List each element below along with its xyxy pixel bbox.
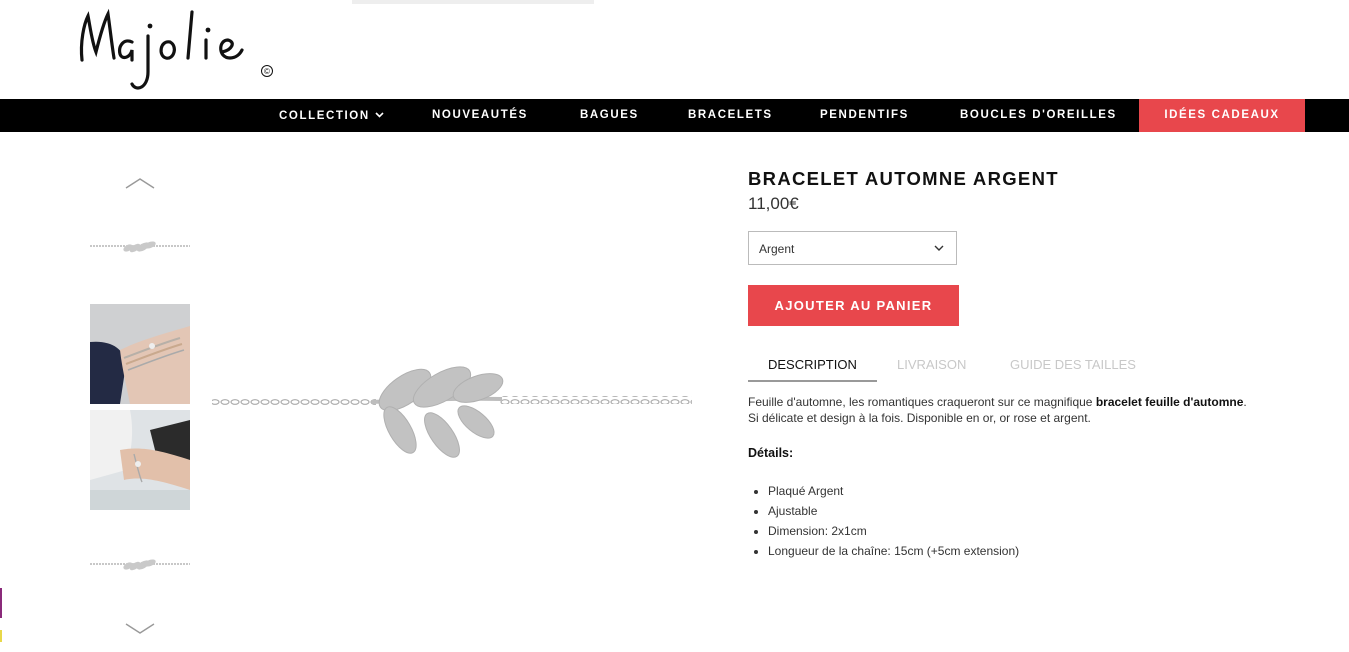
- main-nav: COLLECTION NOUVEAUTÉS BAGUES BRACELETS P…: [0, 99, 1349, 132]
- tab-guide-des-tailles[interactable]: GUIDE DES TAILLES: [1010, 356, 1136, 380]
- chevron-down-icon: [125, 623, 155, 634]
- details-heading: Détails:: [748, 446, 794, 460]
- nav-item-boucles[interactable]: BOUCLES D'OREILLES: [960, 99, 1117, 132]
- nav-item-nouveautes[interactable]: NOUVEAUTÉS: [432, 99, 528, 132]
- add-to-cart-button[interactable]: AJOUTER AU PANIER: [748, 285, 959, 326]
- thumb-up-arrow[interactable]: [124, 176, 156, 190]
- nav-item-bagues[interactable]: BAGUES: [580, 99, 639, 132]
- nav-item-idees-cadeaux[interactable]: IDÉES CADEAUX: [1139, 99, 1305, 132]
- main-product-image[interactable]: [210, 350, 694, 470]
- description-bold: bracelet feuille d'automne: [1095, 395, 1244, 409]
- header-search-strip[interactable]: [352, 0, 594, 4]
- thumbnail-4[interactable]: [90, 516, 190, 616]
- leaf-bracelet-image: [212, 366, 692, 458]
- product-price: 11,00€: [748, 194, 799, 213]
- product-description: Feuille d'automne, les romantiques craqu…: [748, 395, 1248, 426]
- chevron-down-icon: [375, 99, 384, 132]
- thumbnail-3[interactable]: [90, 410, 190, 510]
- details-list: Plaqué Argent Ajustable Dimension: 2x1cm…: [748, 481, 1019, 561]
- details-list-item: Plaqué Argent: [768, 481, 1019, 501]
- wrist-photo-image: [90, 304, 190, 404]
- details-list-item: Dimension: 2x1cm: [768, 521, 1019, 541]
- chevron-down-icon: [934, 245, 944, 251]
- nav-item-bracelets[interactable]: BRACELETS: [688, 99, 773, 132]
- brand-logo[interactable]: ©: [74, 2, 279, 94]
- chevron-up-icon: [125, 178, 155, 189]
- product-title: BRACELET AUTOMNE ARGENT: [748, 168, 1059, 189]
- thumb-down-arrow[interactable]: [124, 622, 156, 636]
- nav-item-collection[interactable]: COLLECTION: [279, 99, 384, 132]
- nav-item-label: COLLECTION: [279, 110, 370, 122]
- copyright-mark: ©: [264, 67, 270, 76]
- variant-select[interactable]: Argent: [748, 231, 957, 265]
- thumbnail-2[interactable]: [90, 304, 190, 404]
- tab-description[interactable]: DESCRIPTION: [748, 356, 877, 382]
- bracelet-thumbnail-image: [90, 198, 190, 298]
- wrist-photo-image: [90, 410, 190, 510]
- details-list-item: Longueur de la chaîne: 15cm (+5cm extens…: [768, 541, 1019, 561]
- edge-widget-strip: [0, 588, 2, 618]
- description-intro: Feuille d'automne, les romantiques craqu…: [748, 395, 1096, 409]
- details-list-item: Ajustable: [768, 501, 1019, 521]
- tab-livraison[interactable]: LIVRAISON: [897, 356, 966, 380]
- nav-item-pendentifs[interactable]: PENDENTIFS: [820, 99, 909, 132]
- thumbnail-1[interactable]: [90, 198, 190, 298]
- edge-widget-strip: [0, 630, 2, 642]
- variant-selected-value: Argent: [759, 242, 795, 256]
- bracelet-thumbnail-image: [90, 516, 190, 616]
